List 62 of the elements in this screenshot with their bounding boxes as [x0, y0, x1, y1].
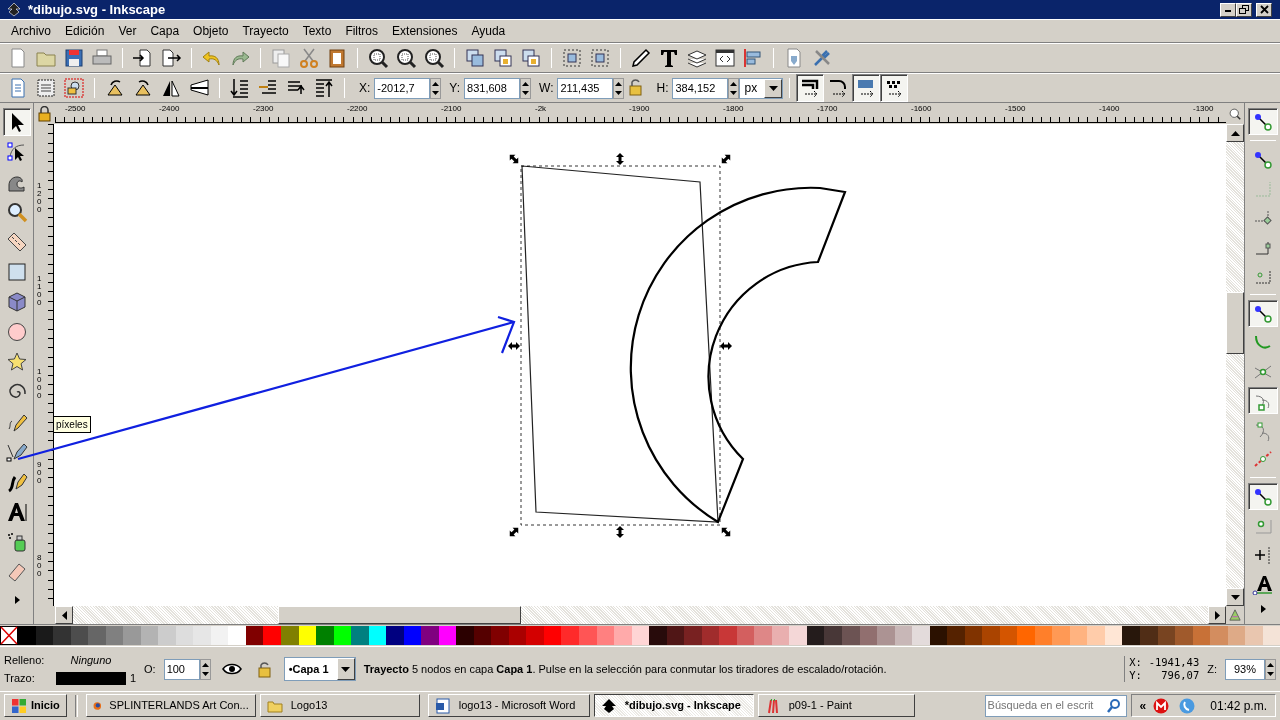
search-field[interactable]: Búsqueda en el escrit	[984, 694, 1127, 717]
menu-item[interactable]: Texto	[295, 22, 339, 40]
stroke-label: Trazo:	[4, 671, 36, 686]
ruler-label: 800	[37, 554, 43, 578]
number-field[interactable]: -2012,7	[374, 77, 431, 99]
taskbar-button[interactable]: p09-1 - Paint	[757, 694, 915, 717]
taskbar-button[interactable]: *dibujo.svg - Inkscape	[593, 694, 754, 717]
unit-dropdown[interactable]: px	[739, 77, 784, 99]
cursor-y-value: 796,07	[1160, 669, 1200, 682]
ruler-label: -2100	[441, 105, 462, 113]
stroke-width-value: 1	[129, 671, 136, 686]
window-title: *dibujo.svg - Inkscape	[28, 0, 167, 19]
zoom-label: Z:	[1207, 661, 1217, 677]
zoom-field[interactable]: 93%	[1225, 658, 1265, 680]
menu-item[interactable]: Ver	[111, 22, 144, 40]
ruler-label: 1100	[37, 275, 43, 307]
ruler-label: -1300	[1193, 105, 1214, 113]
cursor-x-label: X:	[1129, 656, 1143, 669]
opacity-label: O:	[144, 661, 156, 677]
ruler-label: 1200	[37, 182, 43, 214]
menu-item[interactable]: Objeto	[186, 22, 236, 40]
ruler-label: -1600	[911, 105, 932, 113]
cursor-y-label: Y:	[1129, 669, 1143, 682]
ruler-label: -2k	[535, 105, 547, 113]
tray-expand-button[interactable]: «	[1139, 696, 1147, 715]
field-label: Y:	[449, 80, 461, 97]
ruler-label: -1700	[817, 105, 838, 113]
tooltip: píxeles	[53, 416, 91, 433]
menu-item[interactable]: Filtros	[338, 22, 386, 40]
number-field[interactable]: 211,435	[557, 77, 614, 99]
menu-item[interactable]: Capa	[143, 22, 187, 40]
number-field[interactable]: 831,608	[464, 77, 521, 99]
cursor-x-value: -1941,43	[1147, 656, 1200, 669]
layer-dropdown[interactable]: •Capa 1	[283, 657, 356, 681]
ruler-label: -1400	[1099, 105, 1120, 113]
status-message: Trayecto 5 nodos en capa Capa 1. Pulse en la selección para conmutar los tiradores de escalado/rotación.	[363, 661, 888, 677]
clock: 01:42 p.m.	[1210, 697, 1267, 715]
field-label: X:	[359, 80, 371, 97]
menu-item[interactable]: Edición	[58, 22, 112, 40]
ruler-label: -2200	[347, 105, 368, 113]
taskbar-button[interactable]: logo13 - Microsoft Word	[427, 694, 590, 717]
ruler-label: -1500	[1005, 105, 1026, 113]
menu-item[interactable]: Archivo	[4, 22, 58, 40]
ruler-label: 1000	[37, 368, 43, 400]
ruler-label: -2500	[65, 105, 86, 113]
menu-item[interactable]: Trayecto	[235, 22, 296, 40]
fill-value: Ninguno	[69, 652, 113, 668]
ruler-label: 900	[37, 461, 43, 485]
ruler-label: -1800	[723, 105, 744, 113]
start-button[interactable]: Inicio	[4, 694, 67, 717]
taskbar-button[interactable]: Logo13	[259, 694, 420, 717]
opacity-field[interactable]: 100	[163, 658, 200, 680]
ruler-label: -2300	[253, 105, 274, 113]
menu-item[interactable]: Ayuda	[464, 22, 513, 40]
ruler-label: -1900	[629, 105, 650, 113]
field-label: W:	[539, 80, 554, 97]
ruler-label: -2400	[159, 105, 180, 113]
menu-item[interactable]: Extensiones	[385, 22, 465, 40]
number-field[interactable]: 384,152	[672, 77, 729, 99]
taskbar-button[interactable]: SPLINTERLANDS Art Con...	[85, 694, 256, 717]
field-label: H:	[656, 80, 669, 97]
fill-label: Relleno:	[4, 652, 46, 668]
